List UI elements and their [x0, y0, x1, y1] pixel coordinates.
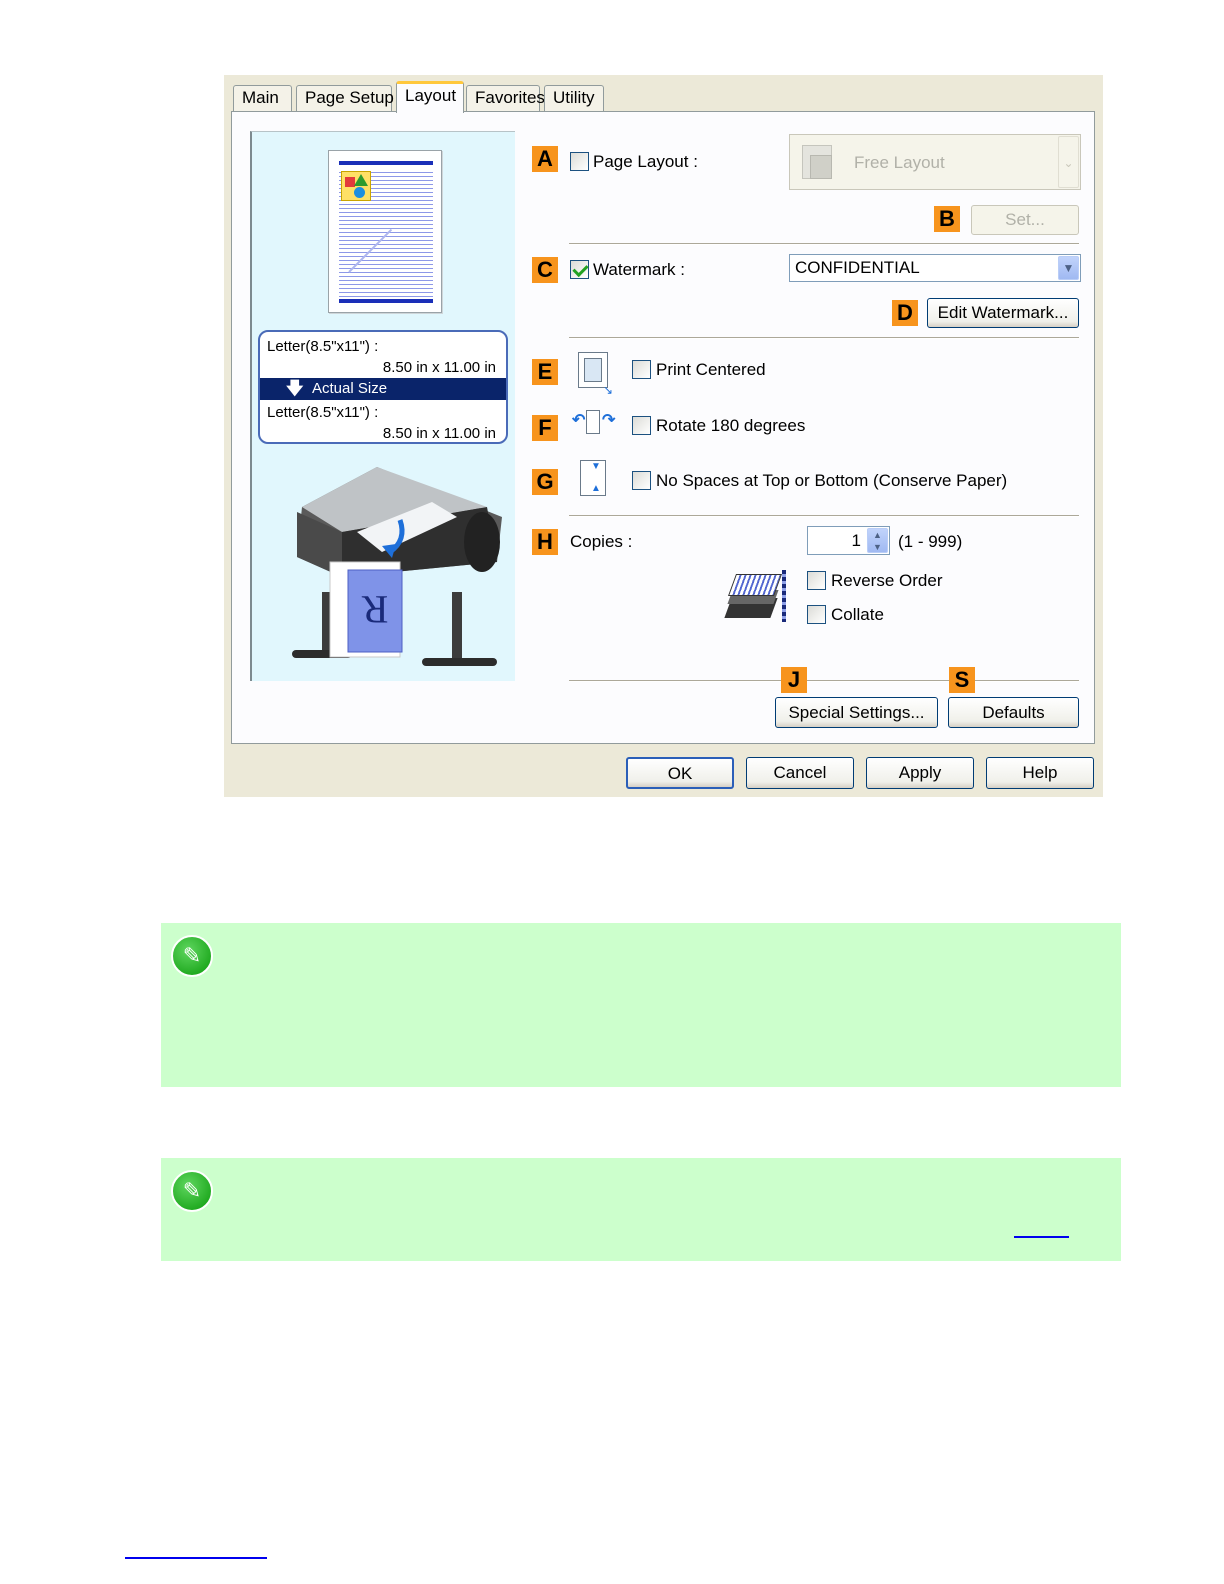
watermark-value: CONFIDENTIAL [795, 258, 920, 277]
badge-e: E [532, 359, 558, 385]
special-settings-button[interactable]: Special Settings... [775, 697, 938, 728]
chevron-down-icon: ⌄ [1058, 136, 1079, 188]
input-size-label: Letter(8.5"x11") : [267, 338, 379, 355]
badge-h: H [532, 529, 558, 555]
scaling-row: 🡇 Actual Size [260, 378, 506, 400]
badge-j: J [781, 667, 807, 693]
page-layout-label: Page Layout : [593, 152, 698, 171]
rotate-180-checkbox[interactable] [632, 416, 651, 435]
print-centered-label: Print Centered [656, 360, 766, 379]
rotate-180-label: Rotate 180 degrees [656, 416, 806, 435]
collate-label: Collate [831, 605, 884, 624]
printer-illustration: R [292, 467, 502, 666]
arrow-down-icon: 🡇 [286, 379, 304, 398]
reverse-order-checkbox[interactable] [807, 571, 826, 590]
tab-utility[interactable]: Utility [544, 85, 604, 111]
output-size-dims: 8.50 in x 11.00 in [382, 425, 496, 442]
defaults-button[interactable]: Defaults [948, 697, 1079, 728]
collate-checkbox[interactable] [807, 605, 826, 624]
watermark-select[interactable]: CONFIDENTIAL ▼ [789, 254, 1081, 282]
page-layout-checkbox[interactable] [570, 152, 589, 171]
footer-link-underline[interactable] [125, 1557, 267, 1559]
reverse-order-label: Reverse Order [831, 571, 943, 590]
note-box-2: ✎ [161, 1158, 1121, 1261]
tab-main[interactable]: Main [233, 85, 292, 111]
print-centered-icon: ↘ [578, 352, 613, 397]
note-link-underline[interactable] [1014, 1236, 1069, 1238]
watermark-checkbox[interactable] [570, 260, 589, 279]
image-shapes-icon [341, 171, 371, 201]
tab-layout[interactable]: Layout [396, 81, 464, 113]
printer-properties-dialog: Main Page Setup Layout Favorites Utility… [224, 75, 1103, 797]
page-layout-value: Free Layout [854, 153, 945, 172]
tab-favorites[interactable]: Favorites [466, 85, 545, 111]
print-preview-area: Letter(8.5"x11") : 8.50 in x 11.00 in 🡇 … [250, 131, 515, 681]
no-spaces-checkbox[interactable] [632, 471, 651, 490]
watermark-label: Watermark : [593, 260, 685, 279]
badge-s: S [949, 667, 975, 693]
copies-label: Copies : [570, 532, 633, 551]
page-layout-select[interactable]: Free Layout ⌄ [789, 134, 1081, 190]
output-size-label: Letter(8.5"x11") : [267, 404, 379, 421]
input-size-dims: 8.50 in x 11.00 in [382, 359, 496, 376]
apply-button[interactable]: Apply [866, 757, 974, 789]
badge-c: C [532, 257, 558, 283]
badge-g: G [532, 469, 558, 495]
pencil-note-icon: ✎ [171, 1170, 213, 1212]
copies-spinbox[interactable]: 1 ▲ ▼ [807, 526, 890, 555]
print-centered-checkbox[interactable] [632, 360, 651, 379]
edit-watermark-button[interactable]: Edit Watermark... [927, 298, 1079, 328]
page-thumbnail [328, 150, 442, 313]
scaling-label: Actual Size [312, 380, 388, 397]
paper-stack-icon [724, 568, 794, 624]
set-button[interactable]: Set... [971, 205, 1079, 235]
cancel-button[interactable]: Cancel [746, 757, 854, 789]
note-box-1: ✎ [161, 923, 1121, 1087]
conserve-paper-icon: ▼ ▲ [580, 460, 606, 496]
chevron-down-icon: ▼ [1058, 256, 1079, 280]
tab-page-setup[interactable]: Page Setup [296, 85, 394, 111]
free-layout-icon [798, 141, 838, 183]
pencil-note-icon: ✎ [171, 935, 213, 977]
badge-d: D [892, 300, 918, 326]
layout-panel: Letter(8.5"x11") : 8.50 in x 11.00 in 🡇 … [231, 111, 1095, 744]
copies-value: 1 [851, 531, 861, 550]
help-button[interactable]: Help [986, 757, 1094, 789]
badge-b: B [934, 206, 960, 232]
copies-range: (1 - 999) [898, 532, 963, 551]
badge-a: A [532, 146, 558, 172]
rotate-icon: ↶ ↷ [572, 408, 616, 438]
no-spaces-label: No Spaces at Top or Bottom (Conserve Pap… [656, 471, 1008, 490]
printed-letter-glyph: R [361, 587, 388, 632]
ok-button[interactable]: OK [626, 757, 734, 789]
spin-updown-icon[interactable]: ▲ ▼ [867, 528, 888, 553]
paper-size-info: Letter(8.5"x11") : 8.50 in x 11.00 in 🡇 … [258, 330, 508, 444]
badge-f: F [532, 415, 558, 441]
